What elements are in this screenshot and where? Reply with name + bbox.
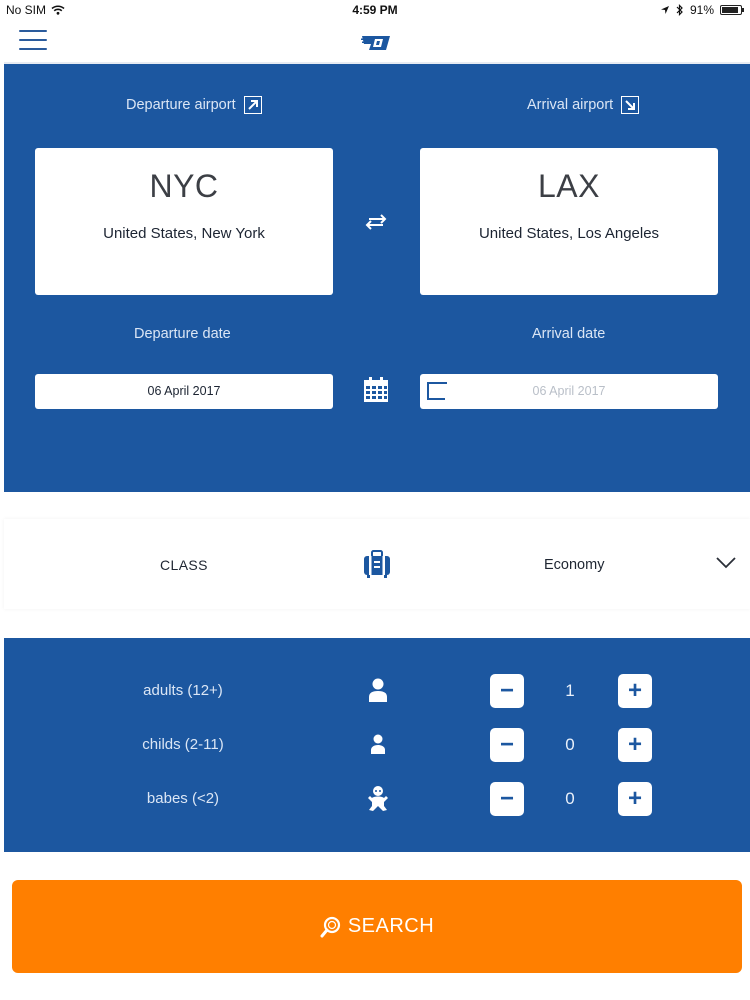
search-icon	[320, 916, 340, 937]
airline-logo	[361, 36, 390, 50]
baby-icon	[368, 786, 388, 811]
calendar-icon[interactable]	[362, 377, 390, 403]
departure-airport-city: United States, New York	[103, 225, 265, 242]
adult-icon	[369, 678, 387, 702]
luggage-icon	[364, 550, 390, 578]
arrival-date-label: Arrival date	[532, 326, 606, 342]
top-bar	[0, 22, 750, 62]
arrival-airport-city: United States, Los Angeles	[478, 225, 660, 242]
arrival-date-value: 06 April 2017	[532, 384, 606, 398]
departure-airport-card[interactable]: NYC United States, New York	[35, 148, 333, 295]
arrival-airport-label: Arrival airport	[527, 96, 640, 114]
route-panel: Departure airport Arrival airport NYC Un…	[4, 62, 750, 492]
passenger-label: adults (12+)	[143, 682, 223, 699]
search-button-label: SEARCH	[347, 915, 435, 937]
babes-count: 0	[565, 789, 575, 808]
passenger-row-childs: childs (2-11) − 0 +	[4, 726, 750, 766]
arrival-airport-label-text: Arrival airport	[527, 97, 614, 113]
class-value: Economy	[544, 557, 605, 573]
adults-decrement-button[interactable]: −	[490, 674, 524, 708]
departure-airport-label-text: Departure airport	[126, 97, 236, 113]
class-selector[interactable]: CLASS Economy	[4, 519, 750, 609]
chevron-down-icon	[716, 557, 736, 569]
status-bar: No SIM 4:59 PM 91%	[0, 0, 750, 22]
arrival-airport-code: LAX	[538, 168, 600, 204]
passenger-row-adults: adults (12+) − 1 +	[4, 672, 750, 712]
hamburger-icon[interactable]	[19, 30, 47, 52]
takeoff-arrow-icon	[243, 96, 262, 114]
adults-increment-button[interactable]: +	[618, 674, 652, 708]
landing-arrow-icon	[621, 96, 640, 114]
babes-decrement-button[interactable]: −	[490, 782, 524, 816]
child-icon	[371, 734, 385, 754]
battery-level	[722, 7, 739, 13]
childs-increment-button[interactable]: +	[618, 728, 652, 762]
departure-date-field[interactable]: 06 April 2017	[35, 374, 333, 409]
arrival-airport-card[interactable]: LAX United States, Los Angeles	[420, 148, 718, 295]
status-time: 4:59 PM	[352, 3, 398, 17]
battery-percent: 91%	[689, 3, 714, 17]
search-button[interactable]: SEARCH	[12, 880, 742, 973]
battery-icon	[720, 5, 744, 15]
departure-airport-code: NYC	[149, 168, 219, 204]
babes-increment-button[interactable]: +	[618, 782, 652, 816]
passenger-panel: adults (12+) − 1 + childs (2-11) − 0 + b…	[4, 638, 750, 852]
departure-airport-label: Departure airport	[126, 96, 262, 114]
childs-count: 0	[565, 735, 575, 754]
departure-date-label: Departure date	[134, 326, 231, 342]
class-label: CLASS	[160, 557, 208, 573]
return-checkbox[interactable]	[427, 382, 447, 400]
status-right: 91%	[660, 3, 744, 17]
passenger-label: babes (<2)	[146, 790, 220, 807]
swap-arrows-icon[interactable]	[361, 212, 391, 232]
passenger-row-babes: babes (<2) − 0 +	[4, 780, 750, 820]
arrival-date-field[interactable]: 06 April 2017	[420, 374, 718, 409]
location-arrow-icon	[660, 6, 669, 14]
childs-decrement-button[interactable]: −	[490, 728, 524, 762]
adults-count: 1	[565, 681, 575, 700]
passenger-label: childs (2-11)	[142, 736, 224, 753]
bluetooth-icon	[676, 4, 683, 16]
